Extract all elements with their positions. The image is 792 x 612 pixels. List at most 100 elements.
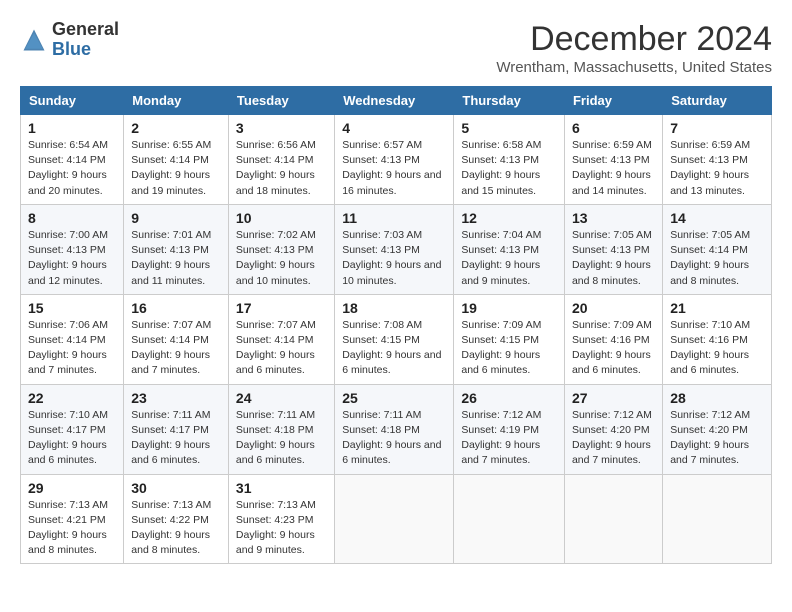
table-row: 29 Sunrise: 7:13 AMSunset: 4:21 PMDaylig… (21, 474, 124, 564)
table-row: 21 Sunrise: 7:10 AMSunset: 4:16 PMDaylig… (663, 294, 772, 384)
day-number: 15 (28, 300, 116, 316)
day-info: Sunrise: 7:09 AMSunset: 4:15 PMDaylight:… (461, 319, 541, 377)
table-row: 8 Sunrise: 7:00 AMSunset: 4:13 PMDayligh… (21, 204, 124, 294)
day-number: 30 (131, 480, 221, 496)
table-row: 11 Sunrise: 7:03 AMSunset: 4:13 PMDaylig… (335, 204, 454, 294)
table-row: 23 Sunrise: 7:11 AMSunset: 4:17 PMDaylig… (124, 384, 229, 474)
table-row: 30 Sunrise: 7:13 AMSunset: 4:22 PMDaylig… (124, 474, 229, 564)
table-row: 16 Sunrise: 7:07 AMSunset: 4:14 PMDaylig… (124, 294, 229, 384)
logo-general-text: General (52, 20, 119, 40)
day-number: 9 (131, 210, 221, 226)
table-row: 27 Sunrise: 7:12 AMSunset: 4:20 PMDaylig… (564, 384, 662, 474)
col-sunday: Sunday (21, 87, 124, 115)
location-text: Wrentham, Massachusetts, United States (496, 59, 772, 76)
calendar-week-row: 1 Sunrise: 6:54 AMSunset: 4:14 PMDayligh… (21, 115, 772, 205)
day-info: Sunrise: 7:03 AMSunset: 4:13 PMDaylight:… (342, 229, 441, 287)
table-row: 15 Sunrise: 7:06 AMSunset: 4:14 PMDaylig… (21, 294, 124, 384)
col-wednesday: Wednesday (335, 87, 454, 115)
logo-icon (20, 26, 48, 54)
table-row: 14 Sunrise: 7:05 AMSunset: 4:14 PMDaylig… (663, 204, 772, 294)
logo: General Blue (20, 20, 119, 60)
day-number: 2 (131, 120, 221, 136)
col-friday: Friday (564, 87, 662, 115)
day-info: Sunrise: 7:13 AMSunset: 4:22 PMDaylight:… (131, 499, 211, 557)
day-info: Sunrise: 7:00 AMSunset: 4:13 PMDaylight:… (28, 229, 108, 287)
day-number: 31 (236, 480, 327, 496)
day-info: Sunrise: 6:57 AMSunset: 4:13 PMDaylight:… (342, 139, 441, 197)
table-row: 5 Sunrise: 6:58 AMSunset: 4:13 PMDayligh… (454, 115, 565, 205)
table-row (564, 474, 662, 564)
page-header: General Blue December 2024 Wrentham, Mas… (20, 20, 772, 76)
table-row: 31 Sunrise: 7:13 AMSunset: 4:23 PMDaylig… (228, 474, 334, 564)
table-row: 26 Sunrise: 7:12 AMSunset: 4:19 PMDaylig… (454, 384, 565, 474)
day-info: Sunrise: 7:10 AMSunset: 4:17 PMDaylight:… (28, 409, 108, 467)
table-row (335, 474, 454, 564)
day-number: 14 (670, 210, 764, 226)
calendar-header-row: Sunday Monday Tuesday Wednesday Thursday… (21, 87, 772, 115)
table-row: 4 Sunrise: 6:57 AMSunset: 4:13 PMDayligh… (335, 115, 454, 205)
day-info: Sunrise: 7:05 AMSunset: 4:14 PMDaylight:… (670, 229, 750, 287)
table-row: 18 Sunrise: 7:08 AMSunset: 4:15 PMDaylig… (335, 294, 454, 384)
table-row: 19 Sunrise: 7:09 AMSunset: 4:15 PMDaylig… (454, 294, 565, 384)
day-number: 22 (28, 390, 116, 406)
day-number: 6 (572, 120, 655, 136)
col-thursday: Thursday (454, 87, 565, 115)
table-row (454, 474, 565, 564)
day-number: 26 (461, 390, 557, 406)
col-monday: Monday (124, 87, 229, 115)
table-row: 25 Sunrise: 7:11 AMSunset: 4:18 PMDaylig… (335, 384, 454, 474)
calendar-week-row: 29 Sunrise: 7:13 AMSunset: 4:21 PMDaylig… (21, 474, 772, 564)
day-info: Sunrise: 7:05 AMSunset: 4:13 PMDaylight:… (572, 229, 652, 287)
table-row: 1 Sunrise: 6:54 AMSunset: 4:14 PMDayligh… (21, 115, 124, 205)
day-info: Sunrise: 7:07 AMSunset: 4:14 PMDaylight:… (236, 319, 316, 377)
day-number: 10 (236, 210, 327, 226)
table-row: 22 Sunrise: 7:10 AMSunset: 4:17 PMDaylig… (21, 384, 124, 474)
day-number: 1 (28, 120, 116, 136)
day-number: 11 (342, 210, 446, 226)
day-info: Sunrise: 6:59 AMSunset: 4:13 PMDaylight:… (670, 139, 750, 197)
day-info: Sunrise: 7:13 AMSunset: 4:23 PMDaylight:… (236, 499, 316, 557)
day-number: 20 (572, 300, 655, 316)
table-row: 12 Sunrise: 7:04 AMSunset: 4:13 PMDaylig… (454, 204, 565, 294)
day-info: Sunrise: 7:07 AMSunset: 4:14 PMDaylight:… (131, 319, 211, 377)
day-info: Sunrise: 6:56 AMSunset: 4:14 PMDaylight:… (236, 139, 316, 197)
logo-blue-text: Blue (52, 40, 119, 60)
table-row: 3 Sunrise: 6:56 AMSunset: 4:14 PMDayligh… (228, 115, 334, 205)
day-number: 12 (461, 210, 557, 226)
day-info: Sunrise: 7:11 AMSunset: 4:17 PMDaylight:… (131, 409, 210, 467)
day-number: 29 (28, 480, 116, 496)
day-info: Sunrise: 7:09 AMSunset: 4:16 PMDaylight:… (572, 319, 652, 377)
day-number: 5 (461, 120, 557, 136)
day-info: Sunrise: 7:08 AMSunset: 4:15 PMDaylight:… (342, 319, 441, 377)
title-block: December 2024 Wrentham, Massachusetts, U… (496, 20, 772, 76)
table-row: 20 Sunrise: 7:09 AMSunset: 4:16 PMDaylig… (564, 294, 662, 384)
day-info: Sunrise: 7:12 AMSunset: 4:20 PMDaylight:… (670, 409, 750, 467)
day-info: Sunrise: 7:04 AMSunset: 4:13 PMDaylight:… (461, 229, 541, 287)
day-info: Sunrise: 7:10 AMSunset: 4:16 PMDaylight:… (670, 319, 750, 377)
col-saturday: Saturday (663, 87, 772, 115)
day-number: 18 (342, 300, 446, 316)
day-number: 21 (670, 300, 764, 316)
day-info: Sunrise: 7:01 AMSunset: 4:13 PMDaylight:… (131, 229, 211, 287)
table-row: 6 Sunrise: 6:59 AMSunset: 4:13 PMDayligh… (564, 115, 662, 205)
table-row: 13 Sunrise: 7:05 AMSunset: 4:13 PMDaylig… (564, 204, 662, 294)
day-info: Sunrise: 7:11 AMSunset: 4:18 PMDaylight:… (236, 409, 315, 467)
day-info: Sunrise: 6:58 AMSunset: 4:13 PMDaylight:… (461, 139, 541, 197)
calendar-table: Sunday Monday Tuesday Wednesday Thursday… (20, 86, 772, 564)
day-info: Sunrise: 7:11 AMSunset: 4:18 PMDaylight:… (342, 409, 441, 467)
day-number: 13 (572, 210, 655, 226)
table-row: 9 Sunrise: 7:01 AMSunset: 4:13 PMDayligh… (124, 204, 229, 294)
day-info: Sunrise: 6:54 AMSunset: 4:14 PMDaylight:… (28, 139, 108, 197)
month-title: December 2024 (496, 20, 772, 59)
table-row: 17 Sunrise: 7:07 AMSunset: 4:14 PMDaylig… (228, 294, 334, 384)
day-number: 27 (572, 390, 655, 406)
day-number: 25 (342, 390, 446, 406)
calendar-week-row: 22 Sunrise: 7:10 AMSunset: 4:17 PMDaylig… (21, 384, 772, 474)
day-number: 19 (461, 300, 557, 316)
table-row: 10 Sunrise: 7:02 AMSunset: 4:13 PMDaylig… (228, 204, 334, 294)
table-row: 2 Sunrise: 6:55 AMSunset: 4:14 PMDayligh… (124, 115, 229, 205)
page-container: General Blue December 2024 Wrentham, Mas… (20, 20, 772, 564)
day-info: Sunrise: 6:55 AMSunset: 4:14 PMDaylight:… (131, 139, 211, 197)
calendar-week-row: 8 Sunrise: 7:00 AMSunset: 4:13 PMDayligh… (21, 204, 772, 294)
day-info: Sunrise: 6:59 AMSunset: 4:13 PMDaylight:… (572, 139, 652, 197)
